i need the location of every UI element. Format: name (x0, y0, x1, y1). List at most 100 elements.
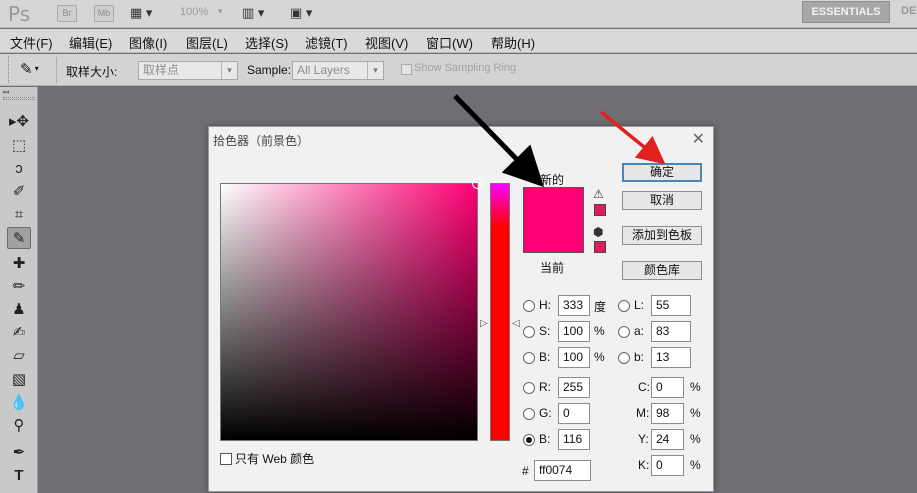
quick-select-tool-icon[interactable]: ✐ (7, 181, 31, 203)
web-colors-only-option[interactable]: 只有 Web 颜色 (220, 450, 314, 467)
sampling-ring-checkbox[interactable] (401, 64, 412, 75)
web-colors-only-checkbox[interactable] (220, 453, 232, 465)
color-field[interactable] (220, 178, 483, 441)
lab-l-radio[interactable] (618, 300, 630, 312)
current-color-swatch[interactable] (523, 220, 584, 253)
panel-grip[interactable] (3, 97, 35, 100)
options-bar: ✎ ▾ 取样大小: 取样点 ▾ Sample: All Layers ▾ Sho… (0, 54, 917, 86)
close-icon[interactable]: ✕ (692, 129, 705, 149)
magenta-row: M: 98 % (634, 403, 710, 425)
saturation-input[interactable]: 100 (558, 321, 590, 342)
collapse-panel-icon[interactable]: ◂◂ (2, 88, 9, 96)
color-field-cursor[interactable] (472, 178, 483, 189)
out-of-gamut-warning-icon[interactable]: ⚠ (593, 187, 604, 201)
hex-input[interactable]: ff0074 (534, 460, 591, 481)
lab-b-radio[interactable] (618, 352, 630, 364)
slider-left-arrow-icon[interactable]: ▷ (480, 318, 488, 329)
chevron-down-icon: ▾ (221, 62, 237, 79)
saturation-radio[interactable] (523, 326, 535, 338)
bridge-button[interactable]: Br (57, 5, 77, 22)
menu-file[interactable]: 文件(F) (10, 33, 53, 52)
green-row: G: 0 (523, 403, 603, 425)
lab-a-label: a: (634, 324, 645, 338)
slider-right-arrow-icon[interactable]: ◁ (512, 318, 520, 329)
magenta-unit: % (690, 406, 701, 420)
menu-image[interactable]: 图像(I) (129, 33, 167, 52)
menu-layer[interactable]: 图层(L) (186, 33, 228, 52)
ok-button[interactable]: 确定 (622, 163, 702, 182)
menu-select[interactable]: 选择(S) (245, 33, 288, 52)
web-safe-color-swatch[interactable] (594, 241, 606, 253)
new-color-label: 新的 (540, 173, 565, 187)
magenta-input[interactable]: 98 (651, 403, 684, 424)
saturation-unit: % (594, 324, 605, 338)
color-libraries-button[interactable]: 颜色库 (622, 261, 702, 280)
blue-radio[interactable] (523, 434, 535, 446)
history-brush-tool-icon[interactable]: ✍ (7, 322, 31, 344)
menu-filter[interactable]: 滤镜(T) (305, 33, 348, 52)
black-row: K: 0 % (634, 455, 710, 477)
black-label: K: (638, 458, 650, 472)
red-radio[interactable] (523, 382, 535, 394)
blue-row: B: 116 (523, 429, 603, 451)
brightness-unit: % (594, 350, 605, 364)
cyan-input[interactable]: 0 (651, 377, 684, 398)
blue-input[interactable]: 116 (558, 429, 590, 450)
yellow-input[interactable]: 24 (651, 429, 684, 450)
green-radio[interactable] (523, 408, 535, 420)
marquee-tool-icon[interactable]: ⬚ (7, 135, 31, 157)
menu-view[interactable]: 视图(V) (365, 33, 408, 52)
add-to-swatches-button[interactable]: 添加到色板 (622, 226, 702, 245)
arrange-documents-icon[interactable]: ▥ ▾ (242, 4, 264, 22)
lab-b-label: b: (634, 350, 645, 364)
workspace-design-button[interactable]: DE (901, 5, 916, 17)
gamut-color-swatch[interactable] (594, 204, 606, 216)
options-grip[interactable] (8, 56, 10, 83)
hue-slider[interactable] (490, 183, 510, 441)
screen-mode-icon[interactable]: ▣ ▾ (290, 4, 312, 22)
hue-radio[interactable] (523, 300, 535, 312)
brightness-radio[interactable] (523, 352, 535, 364)
zoom-dropdown-icon[interactable]: ▾ (218, 6, 223, 17)
eyedropper-preset-icon[interactable]: ✎ ▾ (20, 60, 39, 78)
black-unit: % (690, 458, 701, 472)
lasso-tool-icon[interactable]: ↄ (7, 158, 31, 180)
cancel-button[interactable]: 取消 (622, 191, 702, 210)
healing-brush-tool-icon[interactable]: ✚ (7, 253, 31, 275)
menu-window[interactable]: 窗口(W) (426, 33, 473, 52)
type-tool-icon[interactable]: T (7, 465, 31, 487)
brightness-input[interactable]: 100 (558, 347, 590, 368)
dodge-tool-icon[interactable]: ⚲ (7, 415, 31, 437)
workspace-essentials-button[interactable]: ESSENTIALS (802, 1, 890, 23)
menu-edit[interactable]: 编辑(E) (69, 33, 112, 52)
zoom-level[interactable]: 100% (180, 6, 208, 18)
view-extras-icon[interactable]: ▦ ▾ (130, 4, 152, 22)
blur-tool-icon[interactable]: 💧 (7, 392, 31, 414)
black-input[interactable]: 0 (651, 455, 684, 476)
pen-tool-icon[interactable]: ✒ (7, 442, 31, 464)
yellow-row: Y: 24 % (634, 429, 710, 451)
mini-bridge-button[interactable]: Mb (94, 5, 114, 22)
red-input[interactable]: 255 (558, 377, 590, 398)
green-input[interactable]: 0 (558, 403, 590, 424)
sample-layers-select[interactable]: All Layers ▾ (292, 61, 384, 80)
saturation-row: S: 100 % (523, 321, 623, 343)
sample-size-select[interactable]: 取样点 ▾ (138, 61, 238, 80)
eraser-tool-icon[interactable]: ▱ (7, 345, 31, 367)
eyedropper-tool-icon[interactable]: ✎ (7, 227, 31, 249)
brightness-row: B: 100 % (523, 347, 623, 369)
red-row: R: 255 (523, 377, 603, 399)
lab-l-input[interactable]: 55 (651, 295, 691, 316)
clone-stamp-tool-icon[interactable]: ♟ (7, 299, 31, 321)
web-safe-cube-icon[interactable]: ⬢ (593, 225, 603, 239)
gradient-tool-icon[interactable]: ▧ (7, 369, 31, 391)
lab-a-input[interactable]: 83 (651, 321, 691, 342)
move-tool-icon[interactable]: ▸✥ (7, 111, 31, 133)
lab-a-radio[interactable] (618, 326, 630, 338)
brush-tool-icon[interactable]: ✏ (7, 276, 31, 298)
crop-tool-icon[interactable]: ⌗ (7, 204, 31, 226)
color-picker-dialog: 拾色器（前景色） ✕ ▷ ◁ 新的 当前 ⚠ ⬢ 确定 取消 添加到色板 颜色库… (208, 126, 714, 492)
lab-b-input[interactable]: 13 (651, 347, 691, 368)
hue-input[interactable]: 333 (558, 295, 590, 316)
menu-help[interactable]: 帮助(H) (491, 33, 535, 52)
